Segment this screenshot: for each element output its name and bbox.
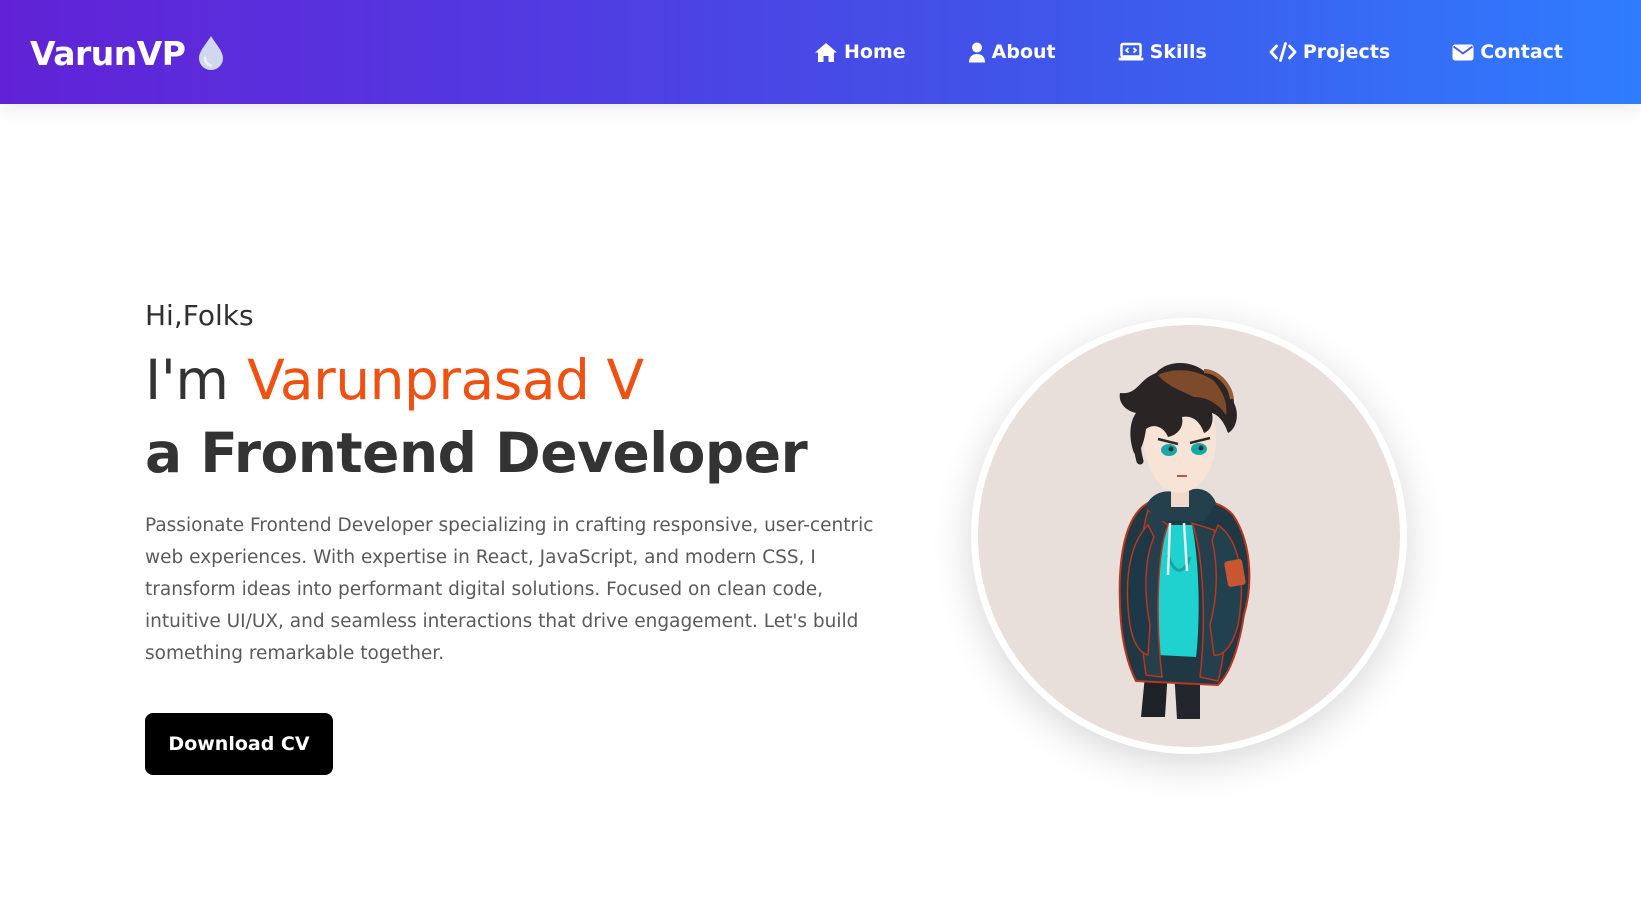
hero-text: Hi,Folks I'm Varunprasad V a Frontend De… xyxy=(145,296,895,670)
envelope-icon xyxy=(1452,44,1474,61)
nav-contact[interactable]: Contact xyxy=(1452,41,1563,63)
home-icon xyxy=(814,42,838,63)
avatar xyxy=(978,325,1400,747)
intro-prefix: I'm xyxy=(145,348,229,412)
nav-about-label: About xyxy=(991,41,1056,63)
nav-skills[interactable]: Skills xyxy=(1118,41,1207,63)
droplet-icon xyxy=(196,35,226,71)
avatar-frame xyxy=(971,318,1407,754)
nav-projects-label: Projects xyxy=(1302,41,1391,63)
laptop-code-icon xyxy=(1118,42,1144,62)
nav-contact-label: Contact xyxy=(1480,41,1563,63)
anime-boy-avatar xyxy=(1118,363,1251,719)
role-line: a Frontend Developer xyxy=(145,421,808,485)
nav-about[interactable]: About xyxy=(968,41,1056,63)
code-icon xyxy=(1269,42,1297,62)
brand-name: VarunVP xyxy=(30,33,186,73)
download-cv-button[interactable]: Download CV xyxy=(145,713,333,775)
hero-description: Passionate Frontend Developer specializi… xyxy=(145,515,874,664)
greeting: Hi,Folks xyxy=(145,299,254,332)
developer-name: Varunprasad V xyxy=(247,348,644,412)
brand-logo[interactable]: VarunVP xyxy=(30,32,226,74)
navbar: VarunVP Home About Skills Projects Conta… xyxy=(0,0,1641,104)
nav-menu: Home About Skills Projects Contact xyxy=(814,0,1563,104)
user-icon xyxy=(968,42,986,63)
hero-headline: I'm Varunprasad V a Frontend Developer xyxy=(145,344,895,490)
nav-home-label: Home xyxy=(844,41,906,63)
nav-home[interactable]: Home xyxy=(814,41,906,63)
nav-skills-label: Skills xyxy=(1149,41,1207,63)
nav-projects[interactable]: Projects xyxy=(1269,41,1390,63)
